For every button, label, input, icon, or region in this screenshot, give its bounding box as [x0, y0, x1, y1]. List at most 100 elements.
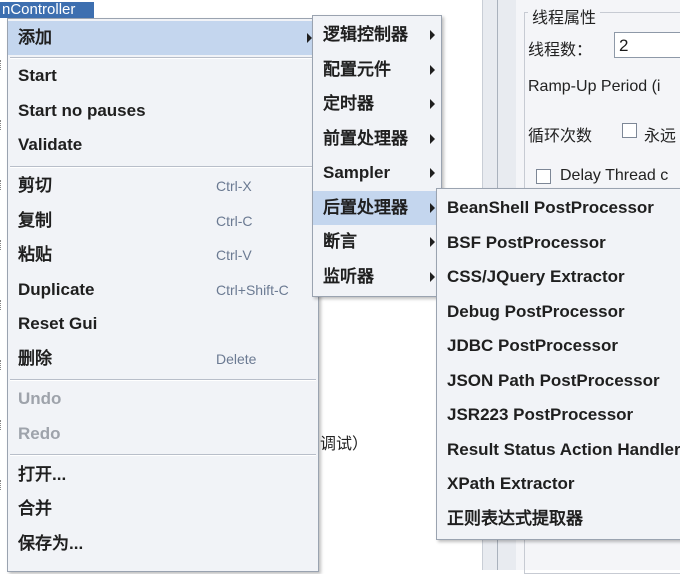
submenu-item-label: 断言: [323, 232, 357, 251]
tree-connector: [0, 420, 7, 430]
menu-separator: [10, 454, 316, 456]
menu-item-label: Undo: [18, 389, 62, 408]
submenu-item-result-status-action-handler[interactable]: Result Status Action Handler: [437, 433, 680, 467]
submenu-arrow-icon: [430, 203, 435, 213]
menu-item-label: Redo: [18, 424, 61, 443]
menu-item-label: Start: [18, 66, 57, 85]
menu-item-open[interactable]: 打开...: [8, 458, 318, 492]
tree-connector: [0, 60, 7, 70]
submenu-item-label: 逻辑控制器: [323, 25, 408, 44]
submenu-item-label: CSS/JQuery Extractor: [447, 267, 625, 286]
menu-item-label: Duplicate: [18, 280, 95, 299]
submenu-item-label: Result Status Action Handler: [447, 440, 680, 459]
submenu-item-bsf-postprocessor[interactable]: BSF PostProcessor: [437, 226, 680, 260]
menu-item-shortcut: Ctrl-V: [216, 247, 252, 263]
submenu-item-jdbc-postprocessor[interactable]: JDBC PostProcessor: [437, 329, 680, 363]
tree-connector: [0, 240, 7, 250]
submenu-item-label: 配置元件: [323, 60, 391, 79]
menu-item-reset-gui[interactable]: Reset Gui: [8, 307, 318, 341]
menu-item-redo[interactable]: Redo: [8, 417, 318, 451]
menu-item-copy[interactable]: 复制 Ctrl-C: [8, 204, 318, 238]
forever-label: 永远: [644, 128, 677, 145]
tree-connector: [0, 300, 7, 310]
menu-item-merge[interactable]: 合并: [8, 492, 318, 526]
submenu-item-regex-extractor[interactable]: 正则表达式提取器: [437, 502, 680, 536]
delay-thread-label: Delay Thread c: [560, 167, 669, 184]
submenu-arrow-icon: [430, 134, 435, 144]
menu-item-label: 合并: [18, 499, 52, 518]
submenu-item-label: JDBC PostProcessor: [447, 336, 619, 355]
menu-item-delete[interactable]: 删除 Delete: [8, 342, 318, 376]
menu-item-label: Validate: [18, 135, 83, 154]
delay-thread-checkbox[interactable]: [536, 169, 551, 184]
menu-item-shortcut: Ctrl+Shift-C: [216, 282, 289, 298]
menu-item-save-as[interactable]: 保存为...: [8, 527, 318, 561]
threads-label: 线程数：: [528, 42, 593, 59]
submenu-item-debug-postprocessor[interactable]: Debug PostProcessor: [437, 295, 680, 329]
menu-item-undo[interactable]: Undo: [8, 382, 318, 416]
submenu-item-label: XPath Extractor: [447, 474, 575, 493]
submenu-item-timer[interactable]: 定时器: [313, 87, 441, 121]
post-processor-submenu: BeanShell PostProcessor BSF PostProcesso…: [436, 188, 680, 540]
menu-item-paste[interactable]: 粘贴 Ctrl-V: [8, 238, 318, 272]
submenu-arrow-icon: [430, 168, 435, 178]
forever-checkbox[interactable]: [622, 123, 637, 138]
submenu-item-label: Debug PostProcessor: [447, 302, 625, 321]
threads-input[interactable]: 2: [614, 32, 680, 58]
submenu-item-beanshell-postprocessor[interactable]: BeanShell PostProcessor: [437, 191, 680, 225]
loop-count-label: 循环次数: [528, 128, 593, 145]
submenu-item-label: 监听器: [323, 267, 374, 286]
menu-separator: [10, 166, 316, 168]
menu-separator: [10, 379, 316, 381]
submenu-item-assertion[interactable]: 断言: [313, 225, 441, 259]
submenu-arrow-icon: [430, 99, 435, 109]
tree-connector: [0, 480, 7, 490]
rampup-label: Ramp-Up Period (i: [528, 78, 661, 95]
menu-item-label: 剪切: [18, 176, 52, 195]
submenu-item-json-path-postprocessor[interactable]: JSON Path PostProcessor: [437, 364, 680, 398]
submenu-arrow-icon: [430, 237, 435, 247]
menu-item-start-no-pauses[interactable]: Start no pauses: [8, 94, 318, 128]
thread-properties-title: 线程属性: [528, 4, 601, 28]
submenu-item-post-processor[interactable]: 后置处理器: [313, 191, 441, 225]
submenu-arrow-icon: [430, 30, 435, 40]
menu-item-validate[interactable]: Validate: [8, 128, 318, 162]
menu-item-shortcut: Delete: [216, 351, 257, 367]
submenu-item-css-jquery-extractor[interactable]: CSS/JQuery Extractor: [437, 260, 680, 294]
add-submenu: 逻辑控制器 配置元件 定时器 前置处理器 Sampler 后置处理器 断言 监听…: [312, 15, 442, 297]
submenu-item-pre-processor[interactable]: 前置处理器: [313, 122, 441, 156]
menu-item-shortcut: Ctrl-C: [216, 213, 253, 229]
menu-item-duplicate[interactable]: Duplicate Ctrl+Shift-C: [8, 273, 318, 307]
submenu-item-label: 后置处理器: [323, 198, 408, 217]
menu-item-label: Start no pauses: [18, 101, 146, 120]
menu-item-label: Reset Gui: [18, 314, 98, 333]
menu-item-label: 打开...: [18, 465, 67, 484]
menu-item-start[interactable]: Start: [8, 59, 318, 93]
submenu-item-sampler[interactable]: Sampler: [313, 156, 441, 190]
submenu-item-label: 定时器: [323, 94, 374, 113]
menu-item-cut[interactable]: 剪切 Ctrl-X: [8, 169, 318, 203]
submenu-item-label: 正则表达式提取器: [447, 509, 583, 528]
submenu-arrow-icon: [430, 65, 435, 75]
submenu-item-label: BSF PostProcessor: [447, 233, 606, 252]
submenu-item-config-element[interactable]: 配置元件: [313, 53, 441, 87]
submenu-item-logic-controller[interactable]: 逻辑控制器: [313, 18, 441, 52]
submenu-item-xpath-extractor[interactable]: XPath Extractor: [437, 467, 680, 501]
tree-connector: [0, 360, 7, 370]
submenu-item-label: JSON Path PostProcessor: [447, 371, 660, 390]
submenu-item-listener[interactable]: 监听器: [313, 260, 441, 294]
tree-connector: [0, 120, 7, 130]
submenu-item-jsr223-postprocessor[interactable]: JSR223 PostProcessor: [437, 398, 680, 432]
tree-selected-node[interactable]: nController: [0, 2, 94, 18]
menu-item-label: 添加: [18, 28, 52, 47]
tree-partial-text: 调试）: [320, 436, 369, 453]
submenu-item-label: Sampler: [323, 163, 391, 182]
submenu-arrow-icon: [430, 272, 435, 282]
submenu-item-label: BeanShell PostProcessor: [447, 198, 654, 217]
context-menu: 添加 Start Start no pauses Validate 剪切 Ctr…: [7, 18, 319, 572]
menu-item-label: 删除: [18, 349, 52, 368]
menu-item-label: 粘贴: [18, 245, 52, 264]
menu-item-add[interactable]: 添加: [8, 21, 318, 55]
menu-item-label: 复制: [18, 211, 52, 230]
submenu-item-label: JSR223 PostProcessor: [447, 405, 634, 424]
